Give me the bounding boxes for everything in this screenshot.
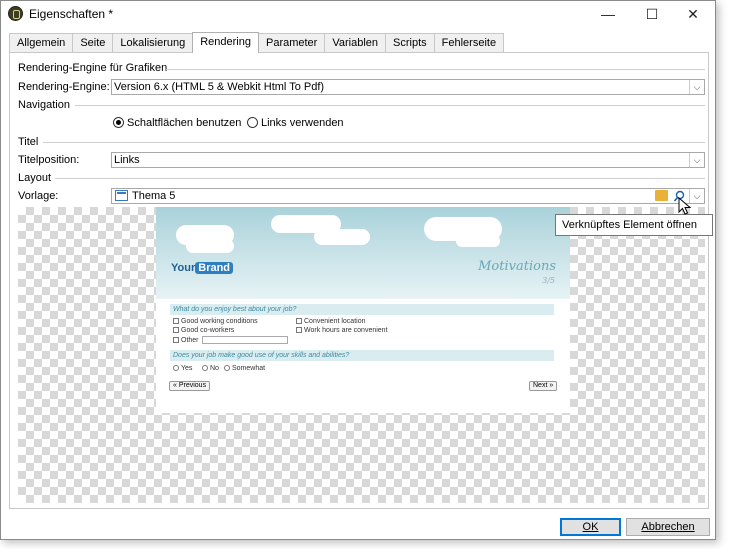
title-position-select[interactable]: Links ⌵ [111,152,705,168]
template-label: Vorlage: [18,190,59,202]
radio-buttons-label[interactable]: Schaltflächen benutzen [127,117,241,129]
preview-heading: Motivations [478,259,556,274]
preview-previous-button: « Previous [169,381,211,391]
minimize-button[interactable]: — [586,1,630,27]
divider [75,105,705,106]
preview-option: Convenient location [296,317,366,326]
preview-answer: Somewhat [224,364,265,373]
radio-links-option[interactable] [247,117,258,128]
preview-answer: Yes [173,364,192,373]
maximize-button[interactable]: ☐ [630,1,674,27]
close-button[interactable]: ✕ [671,1,715,27]
title-position-label: Titelposition: [18,154,80,166]
tooltip: Verknüpftes Element öffnen [555,214,713,236]
template-icon [115,190,128,201]
section-navigation: Navigation [18,99,70,111]
tab-allgemein[interactable]: Allgemein [9,33,74,52]
window-title: Eigenschaften * [29,7,114,21]
title-position-value: Links [114,154,140,166]
cancel-button[interactable]: Abbrechen [626,518,710,536]
template-value: Thema 5 [132,190,176,202]
preview-option: Good co-workers [173,326,234,335]
preview-option: Work hours are convenient [296,326,388,335]
tab-bar: Allgemein Seite Lokalisierung Rendering … [9,32,505,53]
tab-lokalisierung[interactable]: Lokalisierung [112,33,194,52]
chevron-down-icon[interactable]: ⌵ [689,80,704,94]
divider [166,69,705,70]
radio-links-label[interactable]: Links verwenden [261,117,344,129]
preview-logo: Your Brand [171,262,234,274]
engine-select[interactable]: Version 6.x (HTML 5 & Webkit Html To Pdf… [111,79,705,95]
app-icon [8,6,23,21]
ok-button[interactable]: OK [560,518,621,536]
divider [55,178,705,179]
engine-value: Version 6.x (HTML 5 & Webkit Html To Pdf… [114,81,325,93]
preview-question-1: What do you enjoy best about your job? [170,304,554,315]
mouse-pointer-icon [678,197,692,215]
section-layout: Layout [18,172,52,184]
radio-buttons-option[interactable] [113,117,124,128]
preview-page-counter: 3/5 [542,276,555,285]
properties-dialog: Eigenschaften * — ☐ ✕ Allgemein Seite Lo… [0,0,716,540]
title-bar: Eigenschaften * — ☐ ✕ [1,1,715,27]
preview-option: Good working conditions [173,317,258,326]
divider [43,142,705,143]
tab-rendering[interactable]: Rendering [192,32,259,53]
folder-icon[interactable] [655,190,668,201]
preview-question-2: Does your job make good use of your skil… [170,350,554,361]
tab-parameter[interactable]: Parameter [257,33,326,52]
preview-next-button: Next » [529,381,558,391]
tab-seite[interactable]: Seite [72,33,114,52]
section-rendering-engine: Rendering-Engine für Grafiken [18,62,168,74]
preview-header-image [156,207,570,299]
preview-answer: No [202,364,219,373]
preview-option: Other [173,336,288,345]
tab-scripts[interactable]: Scripts [385,33,435,52]
tab-variablen[interactable]: Variablen [324,33,387,52]
tab-fehlerseite[interactable]: Fehlerseite [433,33,505,52]
engine-label: Rendering-Engine: [18,81,110,93]
section-titel: Titel [18,136,39,148]
preview-card: Your Brand Motivations 3/5 What do you en… [156,207,570,413]
chevron-down-icon[interactable]: ⌵ [689,153,704,167]
template-select[interactable]: Thema 5 ⌵ [111,188,705,204]
